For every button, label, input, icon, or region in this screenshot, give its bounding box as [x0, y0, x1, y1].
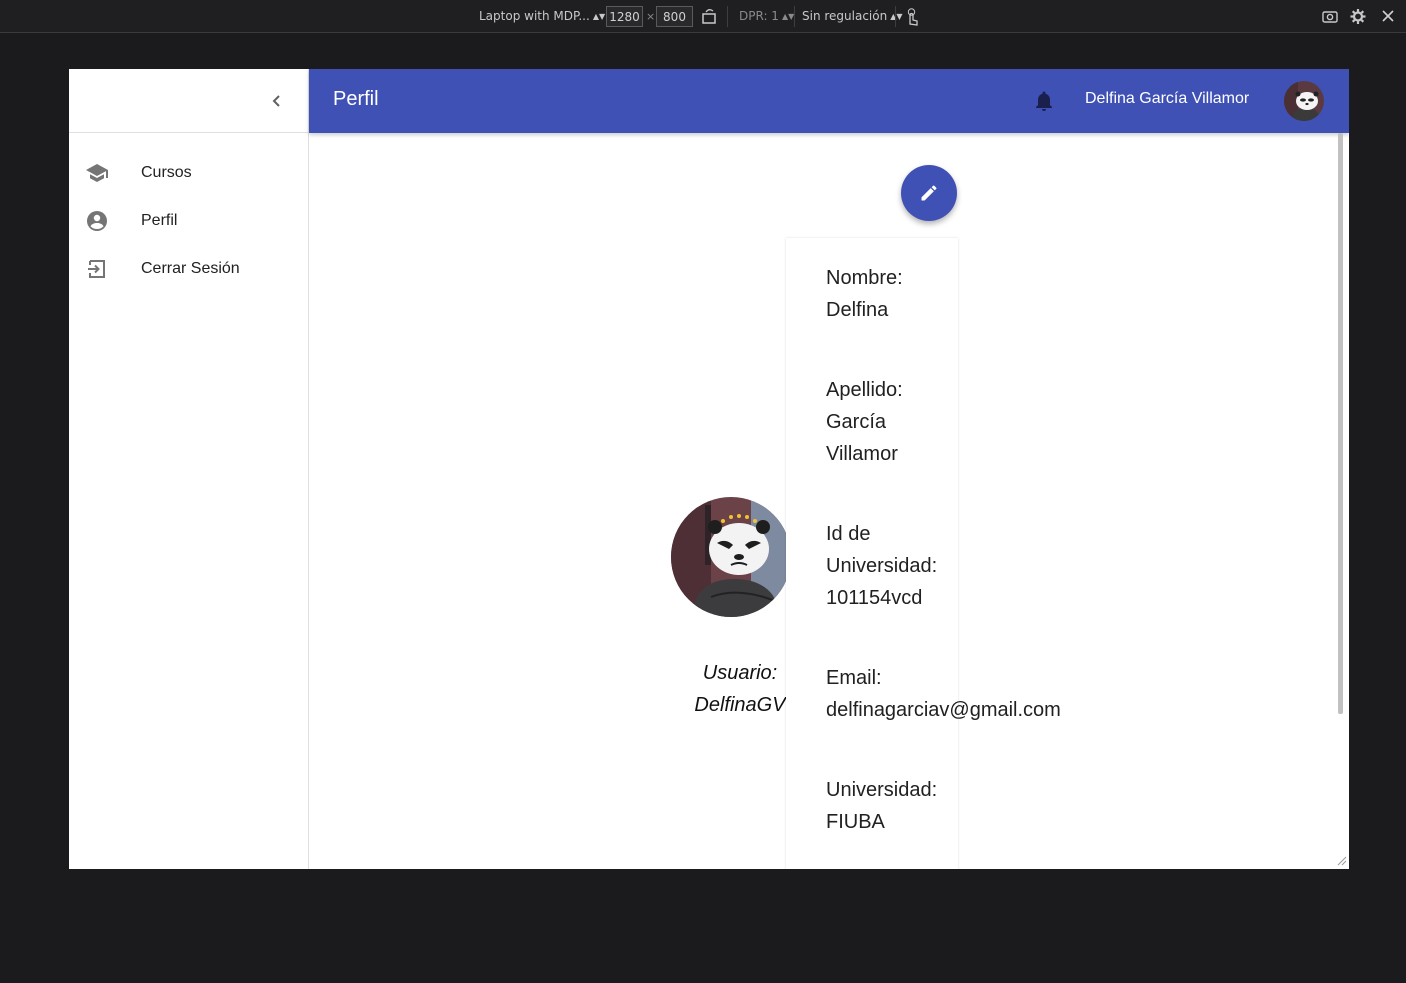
close-icon[interactable]	[1381, 0, 1395, 33]
field-apellido: Apellido: García Villamor	[826, 374, 958, 470]
page-scrollbar[interactable]	[1338, 133, 1343, 714]
dpr-label: DPR: 1	[739, 9, 779, 23]
select-arrows-icon: ▲▼	[592, 12, 606, 21]
username-block: Usuario: DelfinaGV	[684, 657, 796, 721]
field-label: Apellido:	[826, 379, 903, 401]
drawer-item-label: Cerrar Sesión	[141, 260, 240, 277]
field-label: Nombre:	[826, 267, 903, 289]
select-arrows-icon: ▲▼	[890, 12, 903, 21]
field-universidad: Universidad: FIUBA	[826, 774, 958, 838]
drawer-item-label: Cursos	[141, 164, 192, 181]
drawer-nav-list: Cursos Perfil Cerrar Sesión	[69, 133, 308, 293]
screenshot-icon[interactable]	[1321, 0, 1339, 33]
account-circle-icon	[87, 211, 107, 231]
app-bar: Perfil Delfina García Villamor	[309, 69, 1349, 133]
drawer-header	[69, 69, 308, 133]
chevron-left-icon	[272, 95, 280, 107]
dimension-separator: ×	[646, 10, 656, 23]
profile-info-card: Nombre: Delfina Apellido: García Villamo…	[786, 238, 1061, 869]
touch-icon[interactable]	[904, 0, 920, 33]
logout-icon	[88, 260, 105, 278]
devtools-device-toolbar: Laptop with MDP... ▲▼ 1280 × 800 DPR: 1 ▲▼…	[0, 0, 1406, 33]
device-select[interactable]: Laptop with MDP... ▲▼	[479, 0, 605, 33]
page-title: Perfil	[333, 88, 379, 110]
field-id-universidad: Id de Universidad: 101154vcd	[826, 518, 958, 614]
field-value: FIUBA	[826, 811, 885, 833]
field-label: Email:	[826, 667, 882, 689]
side-drawer: Cursos Perfil Cerrar Sesión	[69, 69, 309, 869]
height-input[interactable]: 800	[656, 6, 693, 27]
field-value: Delfina	[826, 299, 889, 321]
field-value: delfinagarciav@gmail.com	[826, 699, 1061, 721]
drawer-item-cerrar-sesion[interactable]: Cerrar Sesión	[69, 245, 308, 293]
avatar[interactable]	[1284, 81, 1324, 121]
throttling-select[interactable]: Sin regulación ▲▼	[802, 0, 903, 33]
field-value: 101154vcd	[826, 587, 923, 609]
username-value: DelfinaGV	[694, 694, 786, 716]
drawer-item-cursos[interactable]: Cursos	[69, 149, 308, 197]
device-select-label: Laptop with MDP...	[479, 9, 590, 23]
username-label: Usuario:	[702, 662, 778, 684]
dpr-select[interactable]: DPR: 1 ▲▼	[739, 0, 794, 33]
rotate-icon[interactable]	[701, 0, 717, 33]
field-value: García Villamor	[826, 411, 898, 465]
edit-profile-button[interactable]	[901, 165, 957, 221]
profile-content: Usuario: DelfinaGV Nombre: Delfina Apell…	[310, 133, 1349, 869]
settings-gear-icon[interactable]	[1349, 0, 1367, 33]
resize-grip-icon[interactable]	[1335, 854, 1347, 866]
emulated-viewport: Cursos Perfil Cerrar Sesión Perfil Delfi…	[69, 69, 1349, 869]
drawer-item-label: Perfil	[141, 212, 178, 229]
field-email: Email: delfinagarciav@gmail.com	[826, 662, 1061, 726]
drawer-item-perfil[interactable]: Perfil	[69, 197, 308, 245]
select-arrows-icon: ▲▼	[781, 12, 795, 21]
current-user-name: Delfina García Villamor	[1085, 90, 1250, 107]
throttling-label: Sin regulación	[802, 9, 888, 23]
panda-profile-image	[671, 497, 791, 617]
panda-avatar-image	[1284, 81, 1324, 121]
width-input[interactable]: 1280	[606, 6, 643, 27]
collapse-drawer-button[interactable]	[261, 85, 293, 117]
field-nombre: Nombre: Delfina	[826, 262, 958, 326]
school-icon	[86, 164, 108, 182]
pencil-icon	[921, 185, 937, 201]
field-label: Universidad:	[826, 779, 938, 801]
profile-avatar	[671, 497, 791, 617]
notifications-bell-icon[interactable]	[1032, 89, 1056, 113]
field-label: Id de Universidad:	[826, 523, 938, 577]
